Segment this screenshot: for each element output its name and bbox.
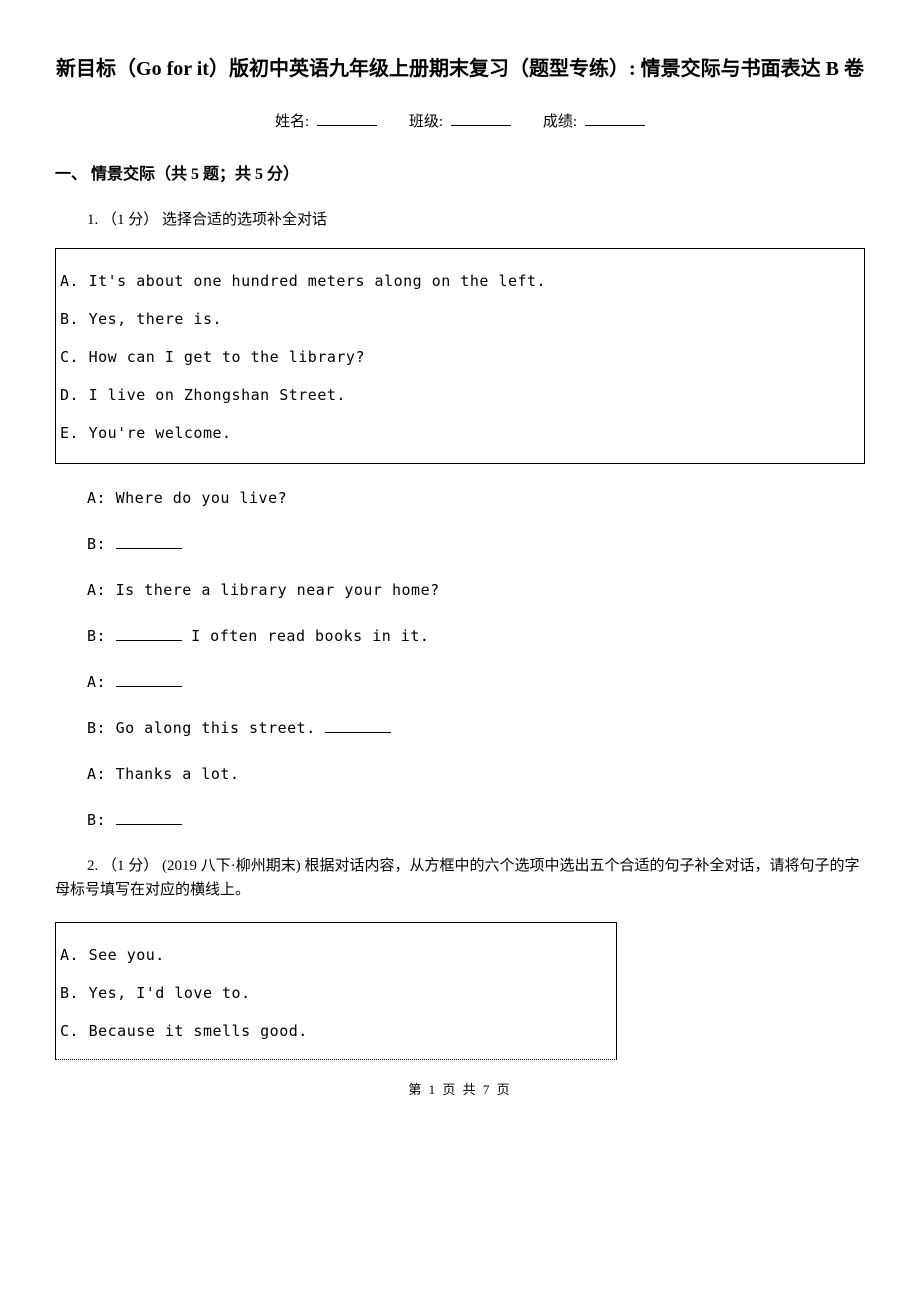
student-info-line: 姓名: 班级: 成绩: — [55, 110, 865, 134]
q1-option-c: C. How can I get to the library? — [60, 345, 864, 369]
answer-blank[interactable] — [116, 533, 182, 549]
dialog-line-1: A: Where do you live? — [87, 486, 865, 510]
q1-option-d: D. I live on Zhongshan Street. — [60, 383, 864, 407]
class-label: 班级: — [409, 114, 443, 130]
q2-intro: 2. （1 分） (2019 八下·柳州期末) 根据对话内容，从方框中的六个选项… — [55, 854, 865, 902]
dialog-line-3: A: Is there a library near your home? — [87, 578, 865, 602]
q2-option-b: B. Yes, I'd love to. — [60, 981, 616, 1005]
q1-option-box: A. It's about one hundred meters along o… — [55, 248, 865, 464]
q1-option-e: E. You're welcome. — [60, 421, 864, 445]
answer-blank[interactable] — [325, 717, 391, 733]
dialog-line-8: B: — [87, 808, 865, 832]
page-title: 新目标（Go for it）版初中英语九年级上册期末复习（题型专练）: 情景交际… — [55, 50, 865, 88]
q2-option-c: C. Because it smells good. — [60, 1019, 616, 1043]
dialog-line-4: B: I often read books in it. — [87, 624, 865, 648]
q1-option-b: B. Yes, there is. — [60, 307, 864, 331]
answer-blank[interactable] — [116, 671, 182, 687]
score-blank[interactable] — [585, 110, 645, 126]
section-1-heading: 一、 情景交际（共 5 题；共 5 分） — [55, 162, 865, 188]
dialog-line-2: B: — [87, 532, 865, 556]
class-blank[interactable] — [451, 110, 511, 126]
page-footer: 第 1 页 共 7 页 — [55, 1080, 865, 1101]
answer-blank[interactable] — [116, 809, 182, 825]
q1-dialog: A: Where do you live? B: A: Is there a l… — [87, 486, 865, 832]
answer-blank[interactable] — [116, 625, 182, 641]
dialog-line-5: A: — [87, 670, 865, 694]
name-blank[interactable] — [317, 110, 377, 126]
q2-option-box: A. See you. B. Yes, I'd love to. C. Beca… — [55, 922, 617, 1060]
q1-intro: 1. （1 分） 选择合适的选项补全对话 — [87, 208, 865, 232]
score-label: 成绩: — [543, 114, 577, 130]
dialog-line-7: A: Thanks a lot. — [87, 762, 865, 786]
name-label: 姓名: — [275, 114, 309, 130]
dialog-line-6: B: Go along this street. — [87, 716, 865, 740]
q1-option-a: A. It's about one hundred meters along o… — [60, 269, 864, 293]
q2-option-a: A. See you. — [60, 943, 616, 967]
